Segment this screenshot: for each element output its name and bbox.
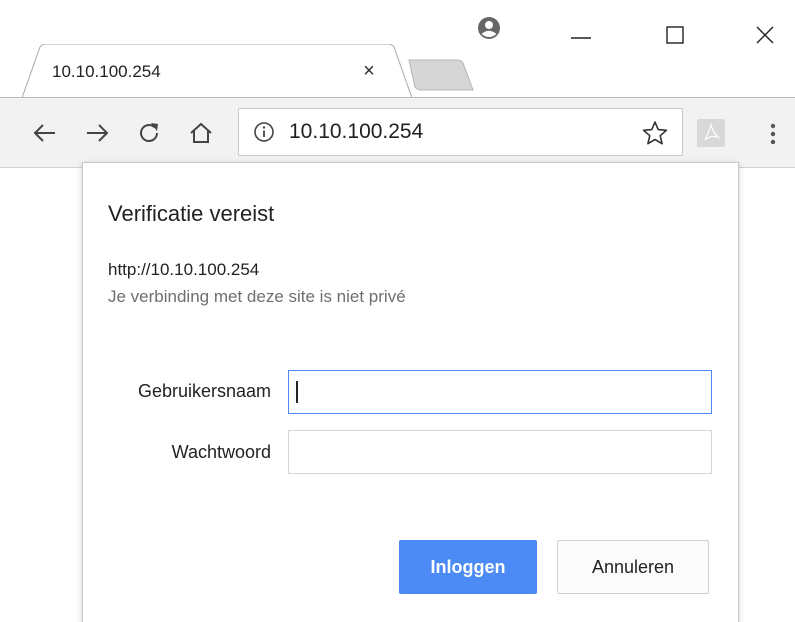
minimize-icon[interactable] [566, 20, 596, 50]
dialog-origin-url: http://10.10.100.254 [108, 260, 260, 279]
login-button[interactable]: Inloggen [399, 540, 537, 594]
maximize-icon[interactable] [660, 20, 690, 50]
dialog-privacy-note: Je verbinding met deze site is niet priv… [108, 287, 406, 306]
info-icon[interactable] [253, 121, 275, 143]
browser-toolbar: 10.10.100.254 [0, 98, 795, 168]
star-icon[interactable] [641, 119, 669, 147]
tab-title: 10.10.100.254 [52, 62, 161, 81]
pdf-glyph [704, 122, 721, 141]
close-window-icon[interactable] [750, 20, 780, 50]
address-bar-url: 10.10.100.254 [289, 120, 424, 143]
password-label: Wachtwoord [171, 442, 271, 462]
password-input[interactable] [288, 430, 712, 474]
more-vert-icon[interactable] [766, 120, 780, 148]
new-tab-button[interactable] [405, 58, 475, 92]
username-label: Gebruikersnaam [137, 381, 271, 401]
auth-dialog: Verificatie vereist http://10.10.100.254… [82, 162, 739, 622]
username-input[interactable] [288, 370, 712, 414]
tab-close-icon[interactable]: × [356, 58, 382, 84]
home-icon[interactable] [188, 120, 214, 146]
cancel-button[interactable]: Annuleren [557, 540, 709, 594]
arrow-left-icon[interactable] [32, 120, 58, 146]
browser-titlebar: 10.10.100.254 × [0, 0, 795, 99]
pdf-extension-icon[interactable] [697, 119, 725, 147]
dialog-title: Verificatie vereist [108, 201, 275, 226]
text-caret [296, 381, 298, 403]
account-circle-icon[interactable] [476, 15, 502, 41]
arrow-right-icon[interactable] [84, 120, 110, 146]
reload-icon[interactable] [136, 120, 162, 146]
browser-tab[interactable]: 10.10.100.254 × [22, 44, 412, 102]
address-bar[interactable]: 10.10.100.254 [238, 108, 683, 156]
